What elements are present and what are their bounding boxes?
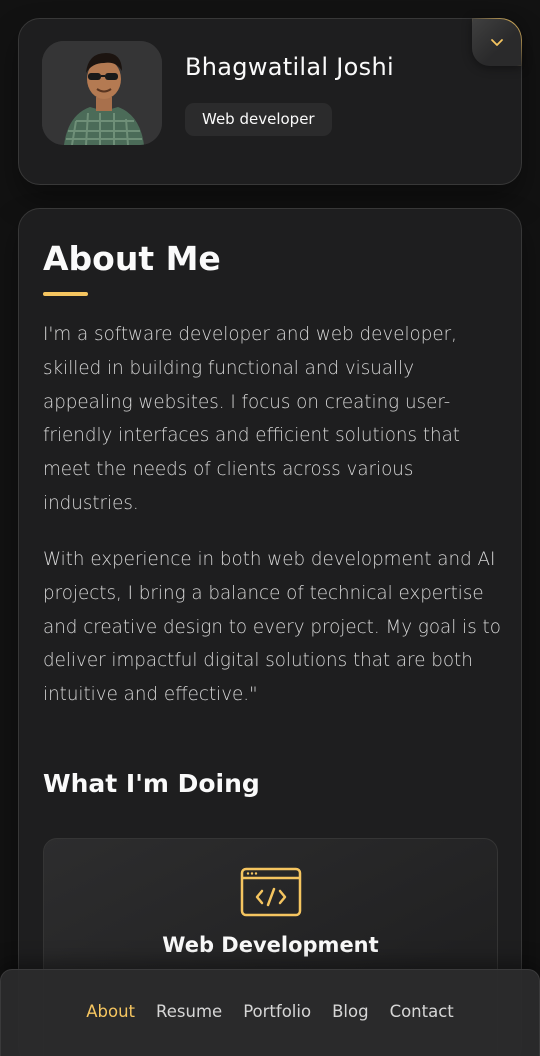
code-icon [240, 867, 302, 917]
chevron-down-icon [491, 38, 503, 46]
profile-sidebar: Bhagwatilal Joshi Web developer [18, 18, 522, 185]
about-article: About Me I'm a software developer and we… [18, 208, 522, 1056]
services-heading: What I'm Doing [43, 769, 260, 798]
about-paragraph-2: With experience in both web development … [43, 549, 501, 706]
page-title: About Me [43, 239, 221, 278]
profile-name: Bhagwatilal Joshi [185, 53, 394, 81]
nav-link-resume[interactable]: Resume [156, 1002, 222, 1021]
nav-link-portfolio[interactable]: Portfolio [243, 1002, 311, 1021]
nav-link-contact[interactable]: Contact [390, 1002, 454, 1021]
title-underline [43, 292, 88, 296]
avatar [42, 41, 162, 145]
profile-title-badge: Web developer [185, 103, 332, 136]
nav-link-about[interactable]: About [86, 1002, 135, 1021]
about-paragraph-1: I'm a software developer and web develop… [43, 324, 460, 514]
nav-link-blog[interactable]: Blog [332, 1002, 368, 1021]
bottom-navbar: About Resume Portfolio Blog Contact [0, 969, 540, 1056]
nav-list: About Resume Portfolio Blog Contact [1, 1002, 539, 1021]
service-title: Web Development [162, 933, 379, 957]
show-contacts-button[interactable] [472, 18, 522, 66]
avatar-image [42, 41, 162, 145]
